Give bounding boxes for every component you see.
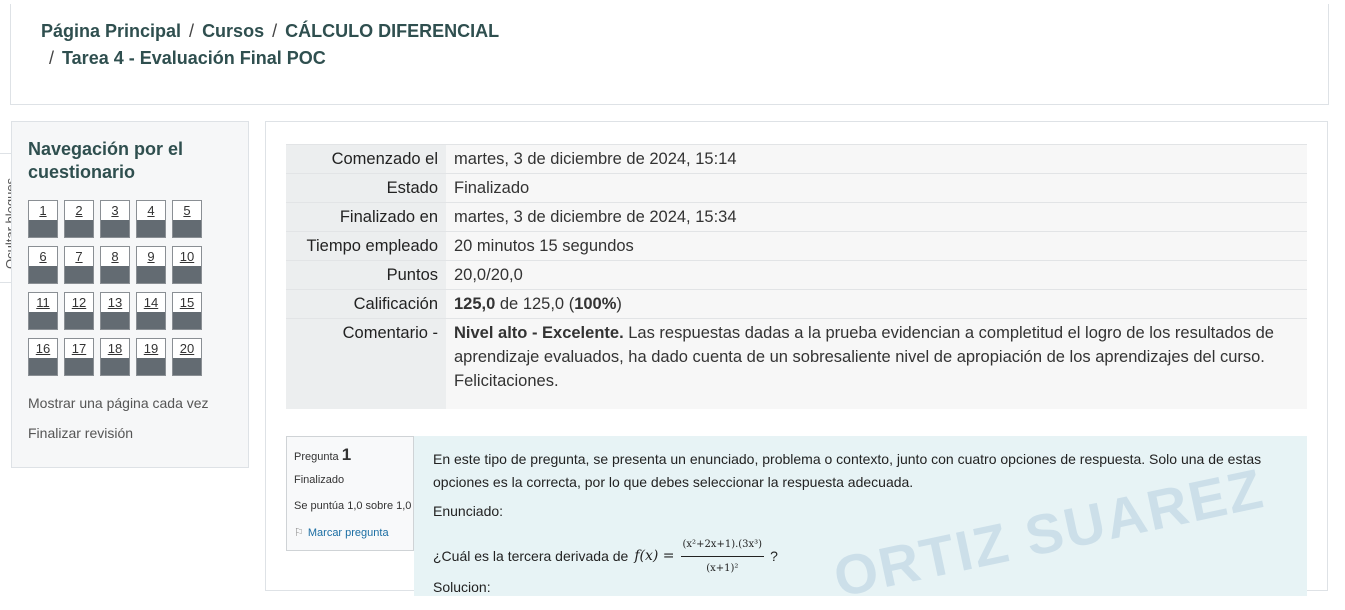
- summary-row-points: Puntos 20,0/20,0: [286, 260, 1307, 290]
- question-button-7[interactable]: 7: [64, 246, 94, 284]
- summary-row-time: Tiempo empleado 20 minutos 15 segundos: [286, 231, 1307, 261]
- quiz-navigation-title: Navegación por el cuestionario: [28, 139, 184, 182]
- finish-review-link[interactable]: Finalizar revisión: [28, 425, 133, 441]
- question-enunciado-label: Enunciado:: [433, 503, 504, 519]
- breadcrumb-separator: /: [272, 21, 278, 41]
- question-solution-label: Solucion:: [433, 579, 491, 595]
- quiz-navigation-block: Navegación por el cuestionario 1 2 3 4 5…: [11, 121, 249, 468]
- breadcrumb-course[interactable]: CÁLCULO DIFERENCIAL: [285, 21, 499, 41]
- grade-value: 125,0 de 125,0 (100%): [446, 289, 1307, 319]
- finished-label: Finalizado en: [286, 202, 446, 232]
- question-content: En este tipo de pregunta, se presenta un…: [414, 436, 1307, 596]
- breadcrumb-separator: /: [49, 48, 55, 68]
- grade-percent: 100%: [574, 295, 617, 313]
- breadcrumb-activity[interactable]: Tarea 4 - Evaluación Final POC: [62, 48, 326, 68]
- question-mark: ?: [770, 548, 778, 564]
- summary-row-comment: Comentario - Nivel alto - Excelente. Las…: [286, 318, 1307, 409]
- question-button-6[interactable]: 6: [28, 246, 58, 284]
- question-prompt-text: ¿Cuál es la tercera derivada de: [433, 548, 629, 564]
- question-button-14[interactable]: 14: [136, 292, 166, 330]
- question-intro: En este tipo de pregunta, se presenta un…: [433, 451, 1262, 490]
- question-button-16[interactable]: 16: [28, 338, 58, 376]
- summary-row-state: Estado Finalizado: [286, 173, 1307, 203]
- flag-question-link[interactable]: ⚐ Marcar pregunta: [294, 526, 389, 539]
- question-button-19[interactable]: 19: [136, 338, 166, 376]
- points-value: 20,0/20,0: [446, 260, 1307, 290]
- state-label: Estado: [286, 173, 446, 203]
- review-main: Comenzado el martes, 3 de diciembre de 2…: [265, 121, 1328, 596]
- points-label: Puntos: [286, 260, 446, 290]
- breadcrumb: Página Principal / Cursos / CÁLCULO DIFERENC…: [41, 18, 499, 72]
- question-button-10[interactable]: 10: [172, 246, 202, 284]
- math-numerator: (x²+2x+1).(3x³): [680, 533, 765, 557]
- question-button-9[interactable]: 9: [136, 246, 166, 284]
- question-state: Finalizado: [294, 474, 345, 486]
- breadcrumb-home[interactable]: Página Principal: [41, 21, 181, 41]
- question-button-18[interactable]: 18: [100, 338, 130, 376]
- question-button-15[interactable]: 15: [172, 292, 202, 330]
- math-function: f(x) =: [634, 548, 675, 564]
- question-button-11[interactable]: 11: [28, 292, 58, 330]
- summary-row-finished: Finalizado en martes, 3 de diciembre de …: [286, 202, 1307, 232]
- question-prompt: ¿Cuál es la tercera derivada de f(x) = (…: [433, 533, 778, 580]
- summary-row-grade: Calificación 125,0 de 125,0 (100%): [286, 289, 1307, 319]
- breadcrumb-courses[interactable]: Cursos: [202, 21, 264, 41]
- question-button-3[interactable]: 3: [100, 200, 130, 238]
- comment-label: Comentario -: [286, 318, 446, 409]
- question-button-17[interactable]: 17: [64, 338, 94, 376]
- grade-score: 125,0: [454, 295, 496, 313]
- page-header: Página Principal / Cursos / CÁLCULO DIFERENC…: [10, 4, 1329, 105]
- started-label: Comenzado el: [286, 144, 446, 174]
- started-value: martes, 3 de diciembre de 2024, 15:14: [446, 144, 1307, 174]
- question-info: Pregunta 1 Finalizado Se puntúa 1,0 sobr…: [286, 436, 414, 551]
- comment-value: Nivel alto - Excelente. Las respuestas d…: [446, 318, 1307, 409]
- grade-of: de 125,0 (: [495, 295, 575, 313]
- question-number: Pregunta 1: [294, 445, 352, 464]
- breadcrumb-separator: /: [189, 21, 195, 41]
- math-fraction: (x²+2x+1).(3x³) (x+1)²: [680, 533, 765, 580]
- question-button-5[interactable]: 5: [172, 200, 202, 238]
- finished-value: martes, 3 de diciembre de 2024, 15:34: [446, 202, 1307, 232]
- question-button-1[interactable]: 1: [28, 200, 58, 238]
- show-one-page-link[interactable]: Mostrar una página cada vez: [28, 395, 209, 411]
- question-button-8[interactable]: 8: [100, 246, 130, 284]
- summary-row-started: Comenzado el martes, 3 de diciembre de 2…: [286, 144, 1307, 174]
- question-button-20[interactable]: 20: [172, 338, 202, 376]
- question-button-4[interactable]: 4: [136, 200, 166, 238]
- grade-label: Calificación: [286, 289, 446, 319]
- question-score: Se puntúa 1,0 sobre 1,0: [294, 500, 412, 512]
- time-value: 20 minutos 15 segundos: [446, 231, 1307, 261]
- question-button-2[interactable]: 2: [64, 200, 94, 238]
- state-value: Finalizado: [446, 173, 1307, 203]
- time-label: Tiempo empleado: [286, 231, 446, 261]
- question-grid: 1 2 3 4 5 6 7 8 9 10 11 12 13 14 15 16 1…: [28, 200, 218, 376]
- grade-close: ): [616, 295, 622, 313]
- flag-icon: ⚐: [294, 527, 304, 539]
- comment-level: Nivel alto - Excelente.: [454, 324, 624, 342]
- attempt-summary-table: Comenzado el martes, 3 de diciembre de 2…: [286, 144, 1307, 409]
- question-button-12[interactable]: 12: [64, 292, 94, 330]
- math-denominator: (x+1)²: [706, 563, 739, 574]
- question-button-13[interactable]: 13: [100, 292, 130, 330]
